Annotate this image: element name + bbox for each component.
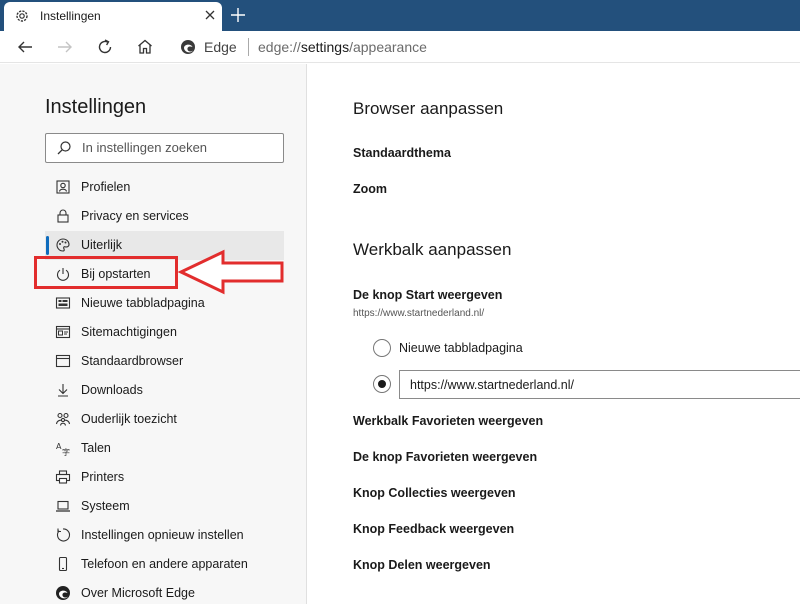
close-icon[interactable] <box>202 7 218 23</box>
sidebar-item-label: Privacy en services <box>81 209 189 223</box>
setting-collections-button[interactable]: Knop Collecties weergeven <box>353 486 516 500</box>
sidebar-item-label: Talen <box>81 441 111 455</box>
address-url[interactable]: edge://settings/appearance <box>258 39 427 55</box>
tab-strip: Instellingen <box>0 0 800 31</box>
printer-icon <box>55 469 71 485</box>
languages-icon: A字 <box>55 440 71 456</box>
settings-sidebar: Instellingen Profielen Privacy en servic… <box>0 64 307 604</box>
radio-custom-url[interactable] <box>373 375 391 393</box>
sidebar-item-systeem[interactable]: Systeem <box>45 492 284 521</box>
setting-share-button[interactable]: Knop Delen weergeven <box>353 558 491 572</box>
search-input[interactable] <box>82 140 277 155</box>
new-tab-page-icon <box>55 295 71 311</box>
sidebar-item-label: Telefoon en andere apparaten <box>81 557 248 571</box>
setting-feedback-button[interactable]: Knop Feedback weergeven <box>353 522 514 536</box>
sidebar-nav: Profielen Privacy en services Uiterlijk … <box>45 173 284 604</box>
sidebar-item-label: Standaardbrowser <box>81 354 184 368</box>
sidebar-item-ouderlijk-toezicht[interactable]: Ouderlijk toezicht <box>45 405 284 434</box>
setting-favorites-button[interactable]: De knop Favorieten weergeven <box>353 450 537 464</box>
start-button-url: https://www.startnederland.nl/ <box>353 308 485 319</box>
address-separator <box>248 38 249 56</box>
gear-icon <box>14 8 30 24</box>
sidebar-item-telefoon[interactable]: Telefoon en andere apparaten <box>45 550 284 579</box>
tab-settings[interactable]: Instellingen <box>4 2 222 31</box>
url-prefix: edge:// <box>258 39 301 55</box>
sidebar-item-standaardbrowser[interactable]: Standaardbrowser <box>45 347 284 376</box>
sidebar-item-over-edge[interactable]: Over Microsoft Edge <box>45 579 284 604</box>
sidebar-item-label: Downloads <box>81 383 143 397</box>
address-bar[interactable]: Edge edge://settings/appearance <box>170 33 800 61</box>
address-brand: Edge <box>204 39 237 55</box>
edge-logo-icon <box>55 585 71 601</box>
sidebar-item-label: Ouderlijk toezicht <box>81 412 177 426</box>
custom-url-input[interactable] <box>399 370 800 399</box>
sidebar-item-profielen[interactable]: Profielen <box>45 173 284 202</box>
edge-logo-icon <box>180 39 196 55</box>
setting-start-button[interactable]: De knop Start weergeven <box>353 288 502 302</box>
search-icon <box>56 140 72 156</box>
setting-favorites-bar[interactable]: Werkbalk Favorieten weergeven <box>353 414 543 428</box>
toolbar: Edge edge://settings/appearance <box>0 31 800 63</box>
url-suffix: /appearance <box>349 39 427 55</box>
sidebar-item-label: Systeem <box>81 499 130 513</box>
lock-icon <box>55 208 71 224</box>
sidebar-item-label: Instellingen opnieuw instellen <box>81 528 244 542</box>
annotation-arrow-icon <box>178 249 284 295</box>
sidebar-item-label: Printers <box>81 470 125 484</box>
search-box[interactable] <box>45 133 284 163</box>
svg-text:字: 字 <box>62 447 70 456</box>
refresh-icon[interactable] <box>95 37 115 57</box>
palette-icon <box>55 237 71 253</box>
back-arrow-icon[interactable] <box>15 37 35 57</box>
sidebar-item-label: Over Microsoft Edge <box>81 586 195 600</box>
phone-icon <box>55 556 71 572</box>
sidebar-title: Instellingen <box>45 96 147 118</box>
sidebar-item-label: Nieuwe tabbladpagina <box>81 296 205 310</box>
default-browser-icon <box>55 353 71 369</box>
setting-standard-theme[interactable]: Standaardthema <box>353 146 451 160</box>
home-icon[interactable] <box>135 37 155 57</box>
family-icon <box>55 411 71 427</box>
new-tab-plus-icon[interactable] <box>228 5 248 25</box>
setting-zoom[interactable]: Zoom <box>353 182 387 196</box>
settings-main: Browser aanpassen Standaardthema Zoom We… <box>308 64 800 604</box>
radio-new-tab-page[interactable] <box>373 339 391 357</box>
sidebar-item-instellingen-opnieuw[interactable]: Instellingen opnieuw instellen <box>45 521 284 550</box>
sidebar-item-label: Profielen <box>81 180 131 194</box>
site-permissions-icon <box>55 324 71 340</box>
sidebar-item-talen[interactable]: A字 Talen <box>45 434 284 463</box>
section-title-toolbar: Werkbalk aanpassen <box>353 240 512 259</box>
sidebar-item-label: Sitemachtigingen <box>81 325 177 339</box>
sidebar-item-downloads[interactable]: Downloads <box>45 376 284 405</box>
download-icon <box>55 382 71 398</box>
radio-new-tab-page-label: Nieuwe tabbladpagina <box>399 341 523 355</box>
sidebar-item-label: Uiterlijk <box>81 238 122 252</box>
tab-title: Instellingen <box>40 9 101 23</box>
sidebar-item-sitemachtigingen[interactable]: Sitemachtigingen <box>45 318 284 347</box>
url-highlight: settings <box>300 39 350 55</box>
laptop-icon <box>55 498 71 514</box>
sidebar-item-printers[interactable]: Printers <box>45 463 284 492</box>
reset-icon <box>55 527 71 543</box>
annotation-highlight-box <box>34 256 178 289</box>
profile-icon <box>55 179 71 195</box>
section-title-browser: Browser aanpassen <box>353 99 504 118</box>
sidebar-item-privacy[interactable]: Privacy en services <box>45 202 284 231</box>
forward-arrow-icon[interactable] <box>55 37 75 57</box>
